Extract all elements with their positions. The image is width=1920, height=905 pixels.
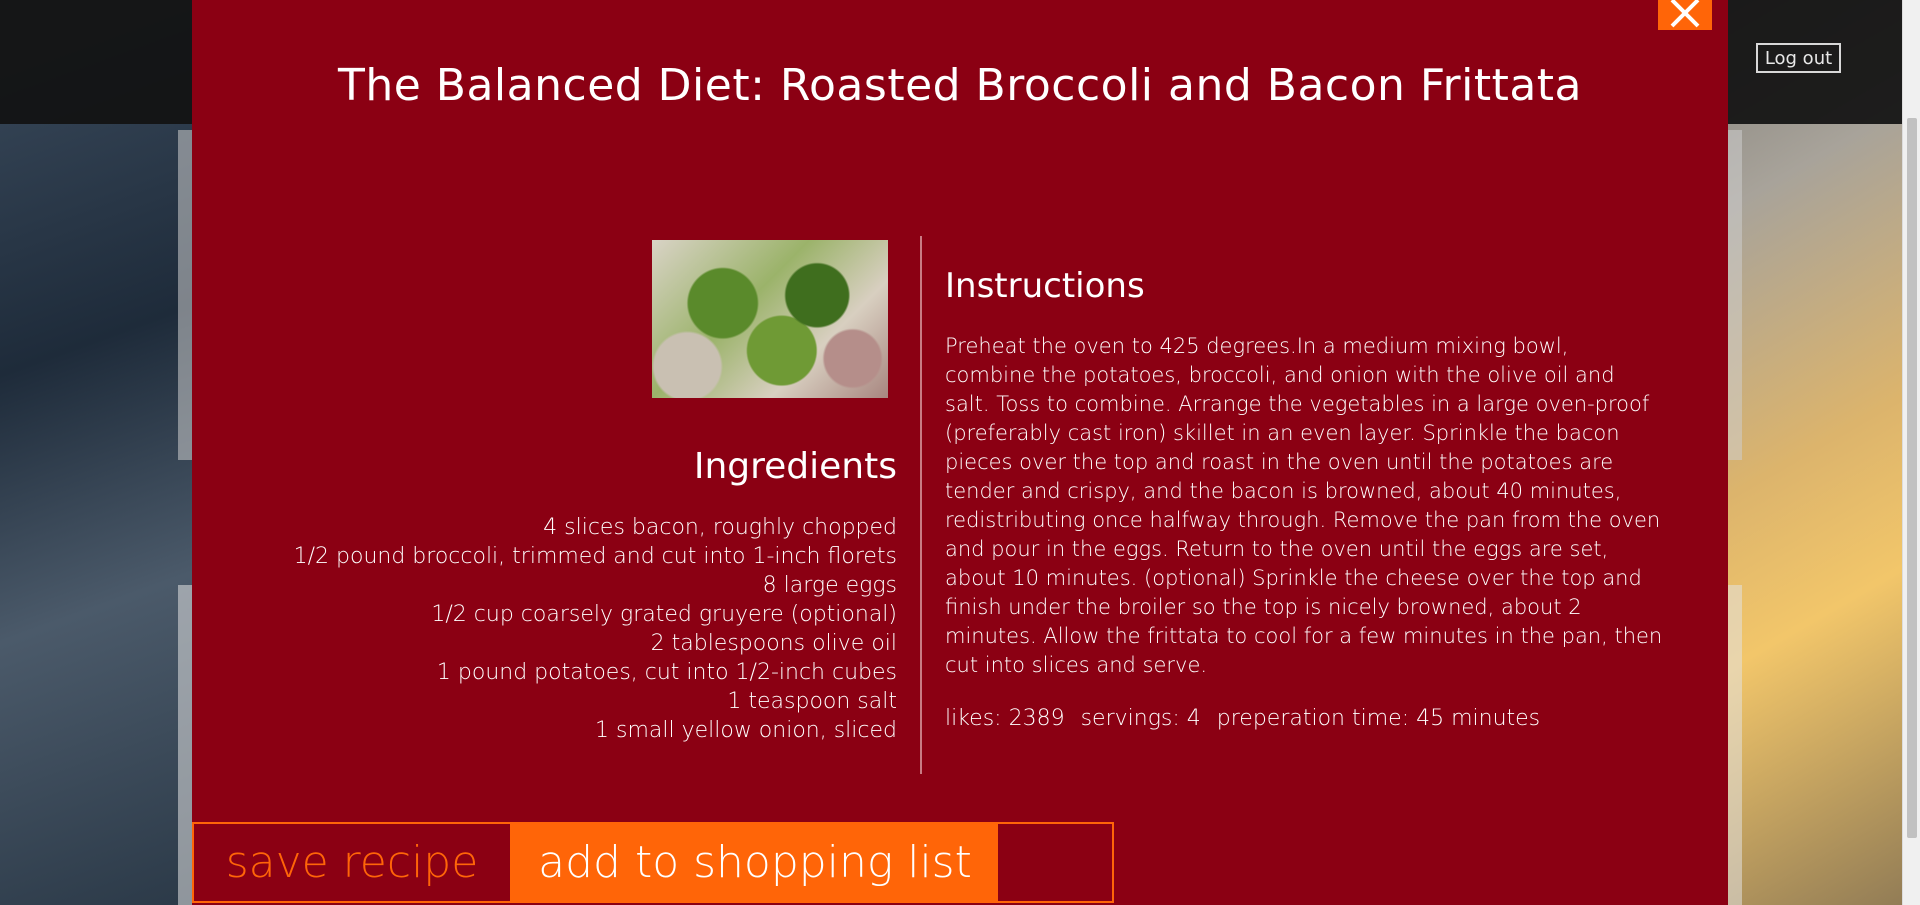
- ingredients-column: Ingredients 4 slices bacon, roughly chop…: [272, 240, 897, 745]
- instructions-heading: Instructions: [945, 266, 1145, 306]
- logout-button[interactable]: Log out: [1756, 43, 1841, 73]
- recipe-photo: [652, 240, 888, 398]
- ingredient-item: 1 pound potatoes, cut into 1/2-inch cube…: [436, 660, 897, 685]
- recipe-modal: The Balanced Diet: Roasted Broccoli and …: [192, 0, 1728, 905]
- prep-time: preperation time: 45 minutes: [1216, 706, 1541, 731]
- ingredient-item: 4 slices bacon, roughly chopped: [543, 515, 897, 540]
- ingredient-item: 1/2 cup coarsely grated gruyere (optiona…: [431, 602, 897, 627]
- instructions-column: Instructions Preheat the oven to 425 deg…: [945, 266, 1665, 731]
- ingredient-item: 1/2 pound broccoli, trimmed and cut into…: [293, 544, 897, 569]
- ingredient-item: 2 tablespoons olive oil: [650, 631, 897, 656]
- recipe-title: The Balanced Diet: Roasted Broccoli and …: [337, 60, 1583, 111]
- ingredient-item: 8 large eggs: [762, 573, 897, 598]
- likes-count: likes: 2389: [945, 706, 1065, 731]
- scrollbar-thumb[interactable]: [1907, 118, 1917, 838]
- recipe-meta: likes: 2389 servings: 4 preperation time…: [945, 706, 1665, 731]
- ingredient-item: 1 teaspoon salt: [727, 689, 897, 714]
- column-divider: [920, 236, 922, 774]
- scrollbar[interactable]: [1902, 0, 1920, 905]
- ingredients-list: 4 slices bacon, roughly chopped 1/2 poun…: [272, 513, 897, 745]
- save-recipe-button[interactable]: save recipe: [194, 824, 512, 901]
- close-button[interactable]: [1658, 0, 1712, 30]
- instructions-text: Preheat the oven to 425 degrees.In a med…: [945, 334, 1663, 677]
- close-icon: [1670, 0, 1700, 28]
- servings-count: servings: 4: [1080, 706, 1201, 731]
- action-bar-spacer: [998, 824, 1112, 901]
- add-to-shopping-list-button[interactable]: add to shopping list: [512, 824, 998, 901]
- ingredient-item: 1 small yellow onion, sliced: [595, 718, 897, 743]
- action-bar: save recipe add to shopping list: [192, 822, 1114, 903]
- ingredients-heading: Ingredients: [693, 446, 897, 487]
